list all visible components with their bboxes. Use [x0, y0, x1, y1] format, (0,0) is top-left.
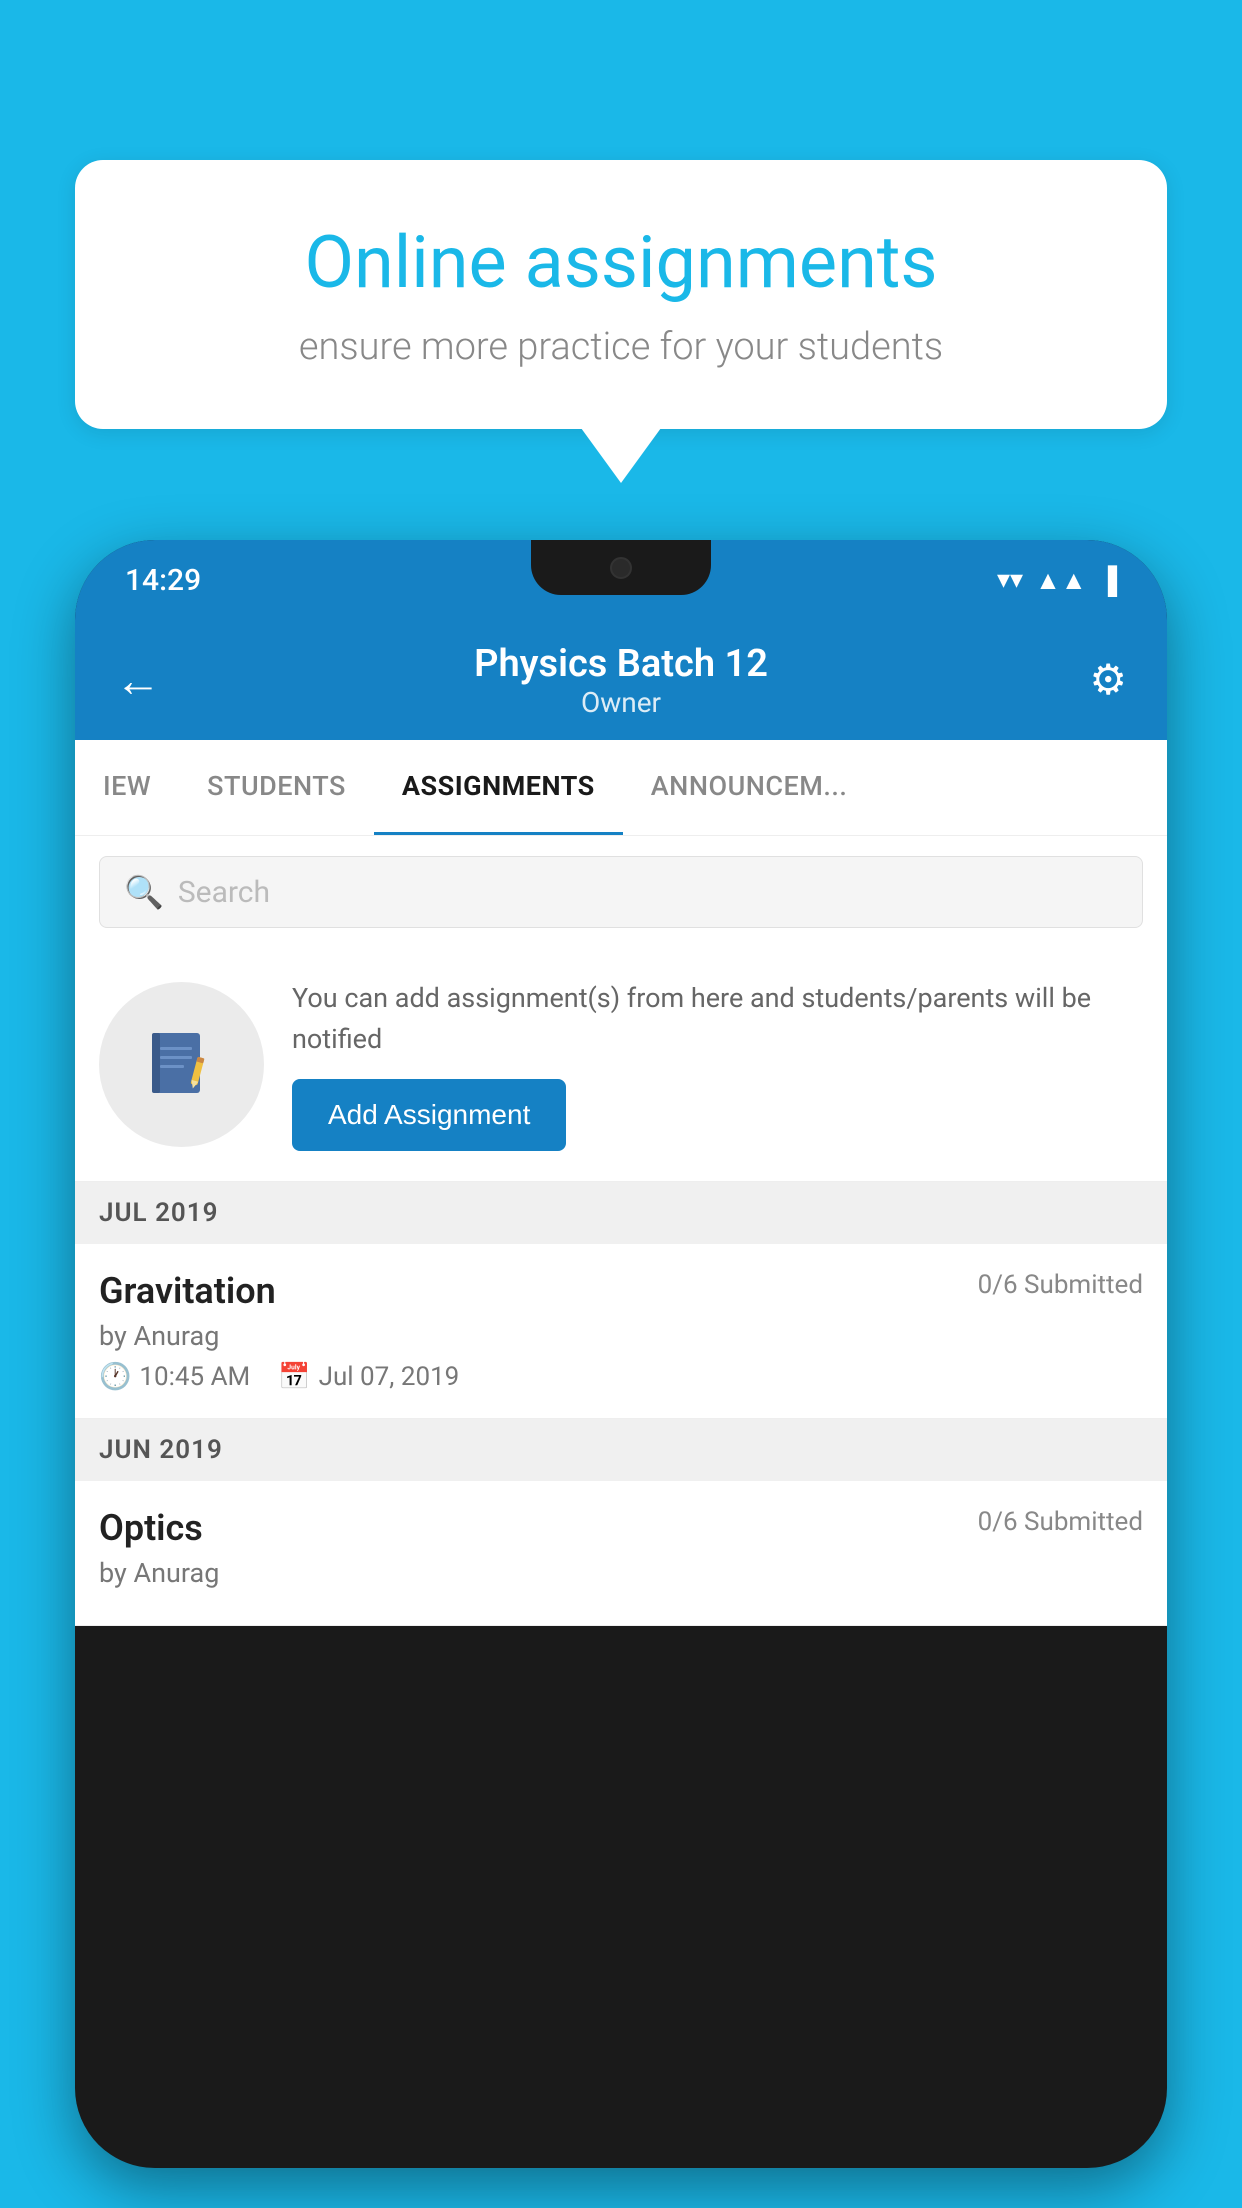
search-bar-wrapper: 🔍 Search [75, 836, 1167, 948]
assignment-by-optics: by Anurag [99, 1557, 1143, 1589]
battery-icon: ▐ [1099, 565, 1117, 596]
section-header-jun2019: JUN 2019 [75, 1419, 1167, 1481]
assignment-time: 🕐 10:45 AM [99, 1362, 250, 1392]
phone-content: 🔍 Search [75, 836, 1167, 1626]
assignment-top-row: Gravitation 0/6 Submitted [99, 1270, 1143, 1312]
search-bar[interactable]: 🔍 Search [99, 856, 1143, 928]
status-time: 14:29 [125, 563, 201, 598]
tab-assignments[interactable]: ASSIGNMENTS [374, 740, 623, 835]
app-header: ← Physics Batch 12 Owner ⚙ [75, 620, 1167, 740]
search-icon: 🔍 [124, 873, 164, 911]
back-button[interactable]: ← [115, 653, 161, 708]
assignment-name: Gravitation [99, 1270, 276, 1312]
assignment-date: 📅 Jul 07, 2019 [278, 1362, 459, 1392]
header-title-block: Physics Batch 12 Owner [474, 642, 768, 719]
promo-description: You can add assignment(s) from here and … [292, 978, 1143, 1059]
speech-bubble-title: Online assignments [145, 220, 1097, 305]
tab-iew[interactable]: IEW [75, 740, 179, 835]
signal-icon: ▲▲ [1035, 565, 1086, 596]
calendar-icon: 📅 [278, 1362, 310, 1392]
notebook-svg-icon [142, 1025, 222, 1105]
status-bar: 14:29 ▾▾ ▲▲ ▐ [75, 540, 1167, 620]
speech-bubble-container: Online assignments ensure more practice … [75, 160, 1167, 429]
speech-bubble-subtitle: ensure more practice for your students [145, 325, 1097, 369]
assignment-name-optics: Optics [99, 1507, 203, 1549]
promo-icon-circle [99, 982, 264, 1147]
tab-students[interactable]: STUDENTS [179, 740, 374, 835]
assignment-by: by Anurag [99, 1320, 1143, 1352]
assignment-item-optics[interactable]: Optics 0/6 Submitted by Anurag [75, 1481, 1167, 1626]
settings-icon[interactable]: ⚙ [1089, 655, 1127, 705]
status-icons: ▾▾ ▲▲ ▐ [997, 565, 1117, 596]
wifi-icon: ▾▾ [997, 565, 1023, 595]
speech-bubble-arrow [581, 428, 661, 483]
clock-icon: 🕐 [99, 1362, 131, 1392]
assignment-top-row-optics: Optics 0/6 Submitted [99, 1507, 1143, 1549]
phone-frame: 14:29 ▾▾ ▲▲ ▐ ← Physics Batch 12 Owner ⚙… [75, 540, 1167, 2168]
search-placeholder: Search [178, 875, 270, 910]
phone-notch [531, 540, 711, 595]
speech-bubble: Online assignments ensure more practice … [75, 160, 1167, 429]
assignment-meta: 🕐 10:45 AM 📅 Jul 07, 2019 [99, 1362, 1143, 1392]
add-assignment-promo: You can add assignment(s) from here and … [75, 948, 1167, 1182]
tab-announcements[interactable]: ANNOUNCEM... [623, 740, 876, 835]
front-camera [610, 557, 632, 579]
assignment-item-gravitation[interactable]: Gravitation 0/6 Submitted by Anurag 🕐 10… [75, 1244, 1167, 1419]
promo-text-block: You can add assignment(s) from here and … [292, 978, 1143, 1151]
assignment-submitted-optics: 0/6 Submitted [978, 1507, 1143, 1537]
tabs-bar: IEW STUDENTS ASSIGNMENTS ANNOUNCEM... [75, 740, 1167, 836]
section-header-jul2019: JUL 2019 [75, 1182, 1167, 1244]
add-assignment-button[interactable]: Add Assignment [292, 1079, 566, 1151]
header-subtitle: Owner [474, 686, 768, 719]
assignment-submitted: 0/6 Submitted [978, 1270, 1143, 1300]
header-title: Physics Batch 12 [474, 642, 768, 686]
